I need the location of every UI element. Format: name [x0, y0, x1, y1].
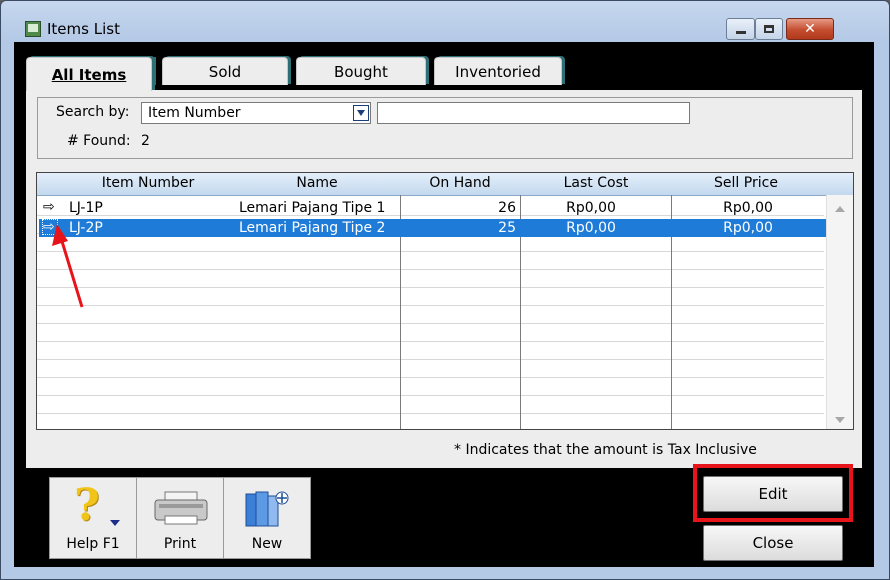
scroll-down-icon[interactable] [835, 417, 845, 423]
tab-all-items-label: All Items [51, 66, 127, 84]
window-title: Items List [47, 20, 120, 38]
table-row[interactable]: ⇨ LJ-2P Lemari Pajang Tipe 2 25 Rp0,00 R… [39, 219, 826, 237]
table-row[interactable]: ⇨ LJ-1P Lemari Pajang Tipe 1 26 Rp0,00 R… [39, 199, 826, 217]
app-icon [25, 21, 41, 37]
search-field-value: Item Number [148, 105, 241, 121]
search-field-dropdown[interactable]: Item Number [141, 102, 371, 124]
grid-header: Item Number Name On Hand Last Cost Sell … [37, 173, 853, 196]
found-label: # Found: [67, 133, 131, 149]
col-header-sell-price[interactable]: Sell Price [671, 175, 821, 191]
tax-inclusive-note: * Indicates that the amount is Tax Inclu… [454, 442, 757, 458]
grid-line [37, 287, 824, 288]
cell-on-hand: 26 [498, 200, 516, 216]
tab-sold-label: Sold [208, 63, 242, 81]
maximize-button[interactable] [755, 18, 783, 40]
search-input[interactable] [377, 102, 690, 124]
printer-icon [154, 491, 208, 525]
search-by-label: Search by: [56, 104, 130, 120]
scroll-up-icon[interactable] [835, 206, 845, 212]
cell-on-hand: 25 [498, 220, 516, 236]
cell-last-cost: Rp0,00 [566, 220, 616, 236]
arrow-right-icon[interactable]: ⇨ [43, 200, 57, 214]
help-button[interactable]: ? Help F1 [49, 477, 137, 559]
grid-line [37, 395, 824, 396]
minimize-icon [735, 30, 746, 34]
cell-last-cost: Rp0,00 [566, 200, 616, 216]
tab-separator [152, 57, 156, 85]
col-header-name[interactable]: Name [227, 175, 407, 191]
cell-name: Lemari Pajang Tipe 1 [239, 200, 386, 216]
print-button[interactable]: Print [136, 477, 224, 559]
title-bar[interactable]: Items List ✕ [1, 1, 889, 43]
found-count: 2 [141, 133, 150, 149]
dropdown-triangle-icon [110, 520, 120, 526]
grid-line [37, 413, 824, 414]
maximize-icon [764, 25, 774, 33]
chevron-down-icon[interactable] [353, 105, 369, 121]
vertical-scrollbar[interactable] [826, 195, 853, 429]
cell-name: Lemari Pajang Tipe 2 [239, 220, 386, 236]
close-icon: ✕ [804, 21, 816, 37]
tab-all-items[interactable]: All Items [26, 57, 152, 91]
tab-sold[interactable]: Sold [162, 57, 288, 85]
grid-line [37, 323, 824, 324]
grid-line [37, 269, 824, 270]
question-mark-icon: ? [74, 480, 100, 531]
tab-inventoried-label: Inventoried [455, 63, 541, 81]
tab-bought-label: Bought [334, 63, 388, 81]
grid-line [37, 341, 824, 342]
col-header-on-hand[interactable]: On Hand [400, 175, 520, 191]
grid-line [37, 305, 824, 306]
close-button[interactable]: Close [703, 525, 843, 561]
cell-item-number: LJ-1P [69, 200, 103, 216]
col-header-item-number[interactable]: Item Number [37, 175, 259, 191]
col-header-last-cost[interactable]: Last Cost [521, 175, 671, 191]
print-label: Print [163, 536, 197, 552]
help-label: Help F1 [66, 536, 120, 552]
new-label: New [251, 536, 283, 552]
grid-line [37, 251, 824, 252]
grid-line [37, 359, 824, 360]
cell-sell-price: Rp0,00 [723, 200, 773, 216]
tab-bought[interactable]: Bought [296, 57, 426, 85]
new-item-icon [245, 491, 289, 527]
minimize-button[interactable] [726, 18, 755, 40]
tab-inventoried[interactable]: Inventoried [434, 57, 562, 85]
new-button[interactable]: New [223, 477, 311, 559]
close-window-button[interactable]: ✕ [786, 18, 834, 40]
cell-item-number: LJ-2P [69, 220, 103, 236]
cell-sell-price: Rp0,00 [723, 220, 773, 236]
items-grid[interactable]: Item Number Name On Hand Last Cost Sell … [36, 172, 854, 430]
arrow-right-icon[interactable]: ⇨ [42, 219, 58, 235]
grid-line [37, 377, 824, 378]
edit-highlight-box [693, 464, 853, 522]
